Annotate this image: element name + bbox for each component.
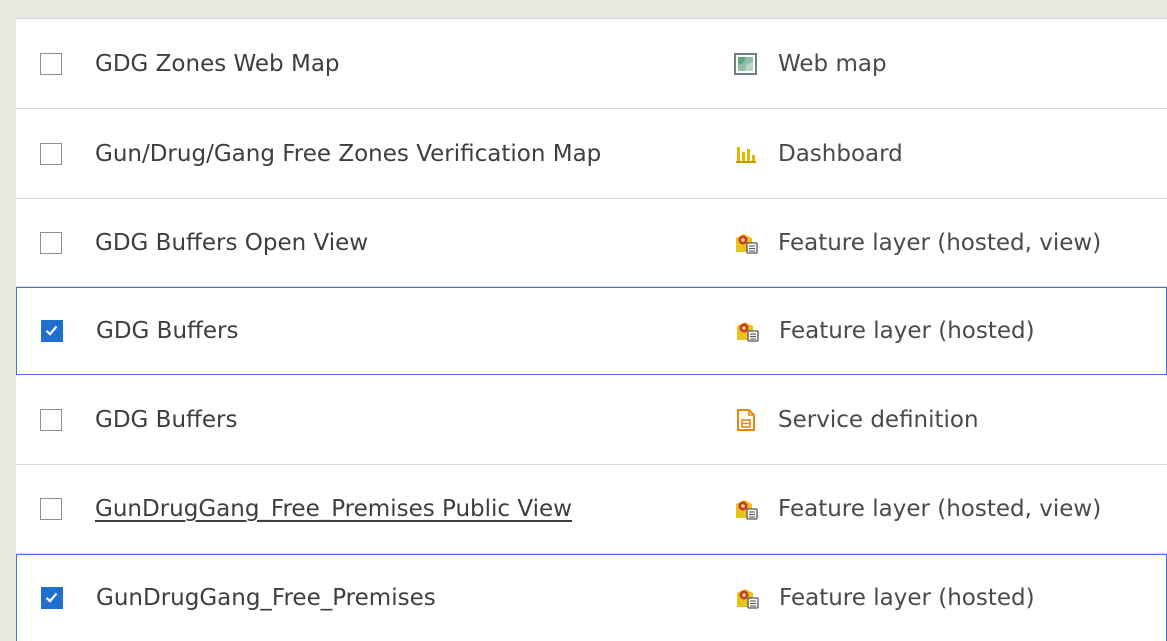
select-checkbox[interactable]	[40, 498, 62, 520]
list-item[interactable]: GDG Zones Web Map Web map	[16, 19, 1167, 109]
item-title-link[interactable]: GunDrugGang_Free_Premises Public View	[95, 496, 572, 522]
feature-layer-icon	[734, 498, 758, 520]
dashboard-icon	[734, 143, 758, 165]
item-type: Feature layer (hosted)	[779, 585, 1035, 611]
item-type: Feature layer (hosted, view)	[778, 496, 1102, 522]
item-title[interactable]: GDG Buffers	[95, 407, 237, 433]
item-type: Feature layer (hosted, view)	[778, 229, 1102, 256]
item-title[interactable]: GunDrugGang_Free_Premises	[96, 585, 436, 611]
select-checkbox[interactable]	[40, 142, 62, 165]
list-item[interactable]: GDG Buffers Open View Feature layer (hos…	[16, 199, 1167, 287]
item-title[interactable]: GDG Buffers Open View	[95, 230, 368, 256]
select-checkbox[interactable]	[40, 52, 62, 75]
list-item[interactable]: GDG Buffers Feature layer (hosted)	[16, 287, 1167, 375]
list-item[interactable]: GunDrugGang_Free_Premises Feature layer …	[16, 554, 1167, 641]
list-item[interactable]: GunDrugGang_Free_Premises Public View Fe…	[16, 465, 1167, 554]
checkmark-icon	[45, 592, 58, 603]
item-type: Feature layer (hosted)	[779, 318, 1035, 344]
feature-layer-icon	[734, 232, 758, 254]
select-checkbox[interactable]	[40, 408, 62, 431]
select-checkbox[interactable]	[41, 320, 63, 342]
select-checkbox[interactable]	[40, 231, 62, 254]
feature-layer-icon	[735, 320, 759, 342]
item-type: Web map	[778, 50, 887, 77]
list-item[interactable]: GDG Buffers Service definition	[16, 375, 1167, 465]
item-type: Dashboard	[778, 140, 903, 167]
content-list: GDG Zones Web Map Web map Gun/Drug/Gang …	[16, 18, 1167, 641]
item-type: Service definition	[778, 406, 979, 433]
item-title[interactable]: Gun/Drug/Gang Free Zones Verification Ma…	[95, 141, 601, 167]
checkmark-icon	[45, 325, 58, 336]
feature-layer-icon	[735, 587, 759, 609]
item-title[interactable]: GDG Buffers	[96, 318, 238, 344]
list-item[interactable]: Gun/Drug/Gang Free Zones Verification Ma…	[16, 109, 1167, 199]
web-map-icon	[734, 52, 758, 75]
item-title[interactable]: GDG Zones Web Map	[95, 51, 340, 77]
service-definition-icon	[734, 408, 758, 431]
select-checkbox[interactable]	[41, 587, 63, 609]
